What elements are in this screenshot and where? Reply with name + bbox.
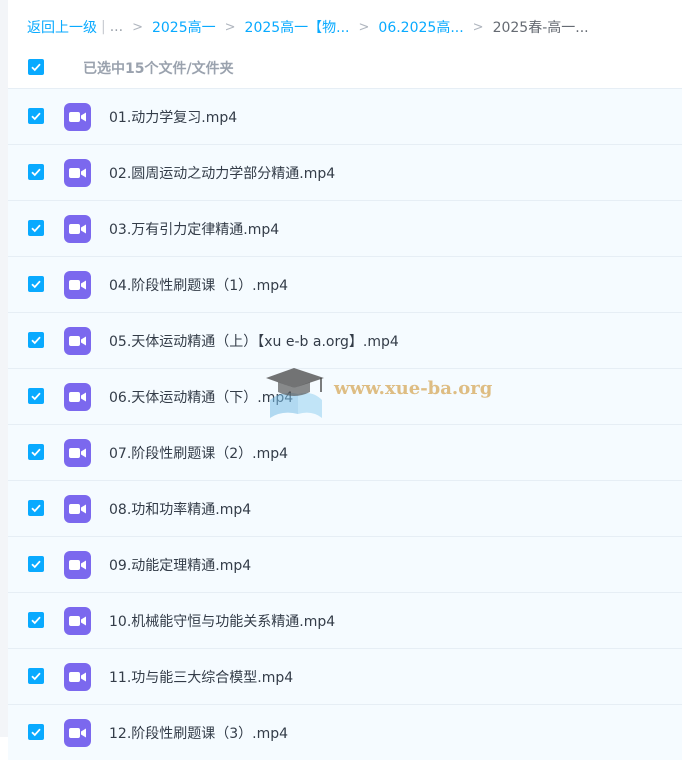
- file-row[interactable]: 08.功和功率精通.mp4: [8, 480, 682, 536]
- file-row[interactable]: 09.动能定理精通.mp4: [8, 536, 682, 592]
- checkmark-icon: [31, 728, 41, 737]
- file-row[interactable]: 06.天体运动精通（下）.mp4: [8, 368, 682, 424]
- file-checkbox[interactable]: [28, 164, 44, 180]
- checkmark-icon: [31, 224, 41, 233]
- checkmark-icon: [31, 672, 41, 681]
- checkmark-icon: [31, 63, 41, 72]
- file-checkbox[interactable]: [28, 668, 44, 684]
- checkmark-icon: [31, 280, 41, 289]
- select-all-checkbox[interactable]: [28, 59, 44, 75]
- file-row[interactable]: 03.万有引力定律精通.mp4: [8, 200, 682, 256]
- file-checkbox[interactable]: [28, 388, 44, 404]
- file-checkbox[interactable]: [28, 444, 44, 460]
- file-checkbox[interactable]: [28, 220, 44, 236]
- chevron-right-icon: >: [358, 19, 370, 35]
- video-file-icon: [64, 271, 91, 299]
- checkmark-icon: [31, 504, 41, 513]
- file-row[interactable]: 02.圆周运动之动力学部分精通.mp4: [8, 144, 682, 200]
- file-name[interactable]: 10.机械能守恒与功能关系精通.mp4: [109, 611, 335, 631]
- file-checkbox[interactable]: [28, 500, 44, 516]
- checkmark-icon: [31, 448, 41, 457]
- file-list: 01.动力学复习.mp4 02.圆周运动之动力学部分精通.mp4 03.万有引力…: [8, 88, 682, 760]
- selection-count-label: 已选中15个文件/文件夹: [83, 61, 234, 77]
- file-checkbox[interactable]: [28, 332, 44, 348]
- checkmark-icon: [31, 112, 41, 121]
- file-row[interactable]: 07.阶段性刷题课（2）.mp4: [8, 424, 682, 480]
- video-file-icon: [64, 663, 91, 691]
- file-name[interactable]: 02.圆周运动之动力学部分精通.mp4: [109, 163, 335, 183]
- file-row[interactable]: 01.动力学复习.mp4: [8, 88, 682, 144]
- file-checkbox[interactable]: [28, 276, 44, 292]
- checkmark-icon: [31, 336, 41, 345]
- video-file-icon: [64, 383, 91, 411]
- video-file-icon: [64, 495, 91, 523]
- back-link[interactable]: 返回上一级: [27, 17, 97, 37]
- file-name[interactable]: 09.动能定理精通.mp4: [109, 555, 251, 575]
- file-row[interactable]: 05.天体运动精通（上）【xu e-b a.org】.mp4: [8, 312, 682, 368]
- video-file-icon: [64, 327, 91, 355]
- file-row[interactable]: 04.阶段性刷题课（1）.mp4: [8, 256, 682, 312]
- chevron-right-icon: >: [132, 19, 143, 35]
- file-row[interactable]: 11.功与能三大综合模型.mp4: [8, 648, 682, 704]
- breadcrumb-item[interactable]: 2025高一【物...: [245, 17, 350, 37]
- chevron-right-icon: >: [224, 19, 236, 35]
- file-name[interactable]: 01.动力学复习.mp4: [109, 107, 237, 127]
- file-checkbox[interactable]: [28, 612, 44, 628]
- chevron-right-icon: >: [472, 19, 484, 35]
- file-checkbox[interactable]: [28, 556, 44, 572]
- breadcrumb-item[interactable]: 06.2025高...: [378, 17, 463, 37]
- file-name[interactable]: 04.阶段性刷题课（1）.mp4: [109, 275, 288, 295]
- file-row[interactable]: 10.机械能守恒与功能关系精通.mp4: [8, 592, 682, 648]
- breadcrumb-current: 2025春-高一...: [492, 20, 589, 36]
- file-name[interactable]: 11.功与能三大综合模型.mp4: [109, 667, 293, 687]
- file-checkbox[interactable]: [28, 724, 44, 740]
- video-file-icon: [64, 159, 91, 187]
- select-all-row: 已选中15个文件/文件夹: [0, 46, 682, 88]
- file-name[interactable]: 07.阶段性刷题课（2）.mp4: [109, 443, 288, 463]
- video-file-icon: [64, 607, 91, 635]
- file-name[interactable]: 06.天体运动精通（下）.mp4: [109, 387, 293, 407]
- checkmark-icon: [31, 392, 41, 401]
- checkmark-icon: [31, 616, 41, 625]
- breadcrumb: 返回上一级 | ... > 2025高一 > 2025高一【物... > 06.…: [27, 16, 589, 38]
- checkmark-icon: [31, 560, 41, 569]
- breadcrumb-item[interactable]: 2025高一: [152, 17, 216, 37]
- video-file-icon: [64, 719, 91, 747]
- video-file-icon: [64, 551, 91, 579]
- file-name[interactable]: 05.天体运动精通（上）【xu e-b a.org】.mp4: [109, 331, 399, 351]
- breadcrumb-separator: |: [101, 19, 106, 35]
- video-file-icon: [64, 215, 91, 243]
- video-file-icon: [64, 439, 91, 467]
- file-checkbox[interactable]: [28, 108, 44, 124]
- left-gutter: [0, 0, 8, 737]
- breadcrumb-ellipsis[interactable]: ...: [110, 19, 123, 35]
- video-file-icon: [64, 103, 91, 131]
- file-row[interactable]: 12.阶段性刷题课（3）.mp4: [8, 704, 682, 760]
- checkmark-icon: [31, 168, 41, 177]
- file-name[interactable]: 12.阶段性刷题课（3）.mp4: [109, 723, 288, 743]
- file-name[interactable]: 08.功和功率精通.mp4: [109, 499, 251, 519]
- file-name[interactable]: 03.万有引力定律精通.mp4: [109, 219, 279, 239]
